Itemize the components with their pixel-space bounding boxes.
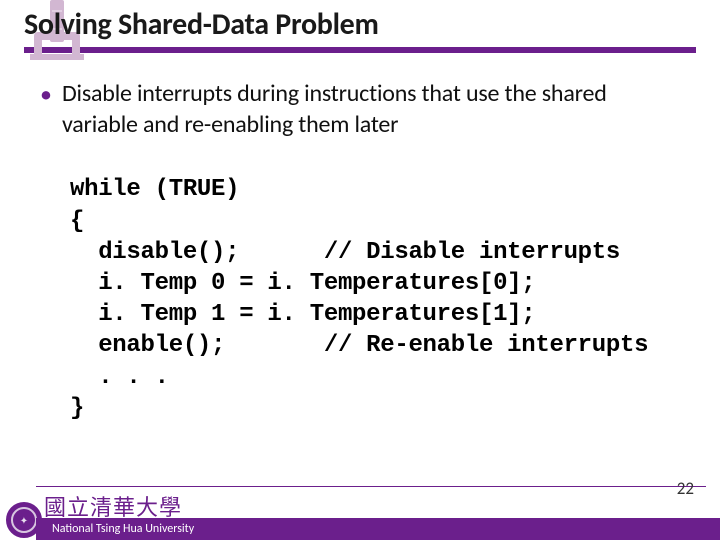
slide: Solving Shared-Data Problem • Disable in…	[0, 0, 720, 540]
code-block: while (TRUE) { disable(); // Disable int…	[70, 174, 680, 424]
slide-footer: 22 國立清華大學 ✦ National Tsing Hua Universit…	[0, 498, 720, 540]
bullet-marker: •	[40, 79, 52, 107]
footer-rule	[36, 486, 706, 487]
slide-header: Solving Shared-Data Problem	[0, 6, 720, 59]
title-underline	[24, 47, 696, 53]
footer-band: National Tsing Hua University	[36, 518, 720, 540]
slide-content: • Disable interrupts during instructions…	[0, 59, 720, 424]
slide-title: Solving Shared-Data Problem	[24, 6, 696, 43]
bullet-text: Disable interrupts during instructions t…	[62, 79, 680, 140]
page-number: 22	[677, 478, 694, 499]
bullet-item: • Disable interrupts during instructions…	[40, 79, 680, 140]
university-name: National Tsing Hua University	[52, 522, 194, 536]
